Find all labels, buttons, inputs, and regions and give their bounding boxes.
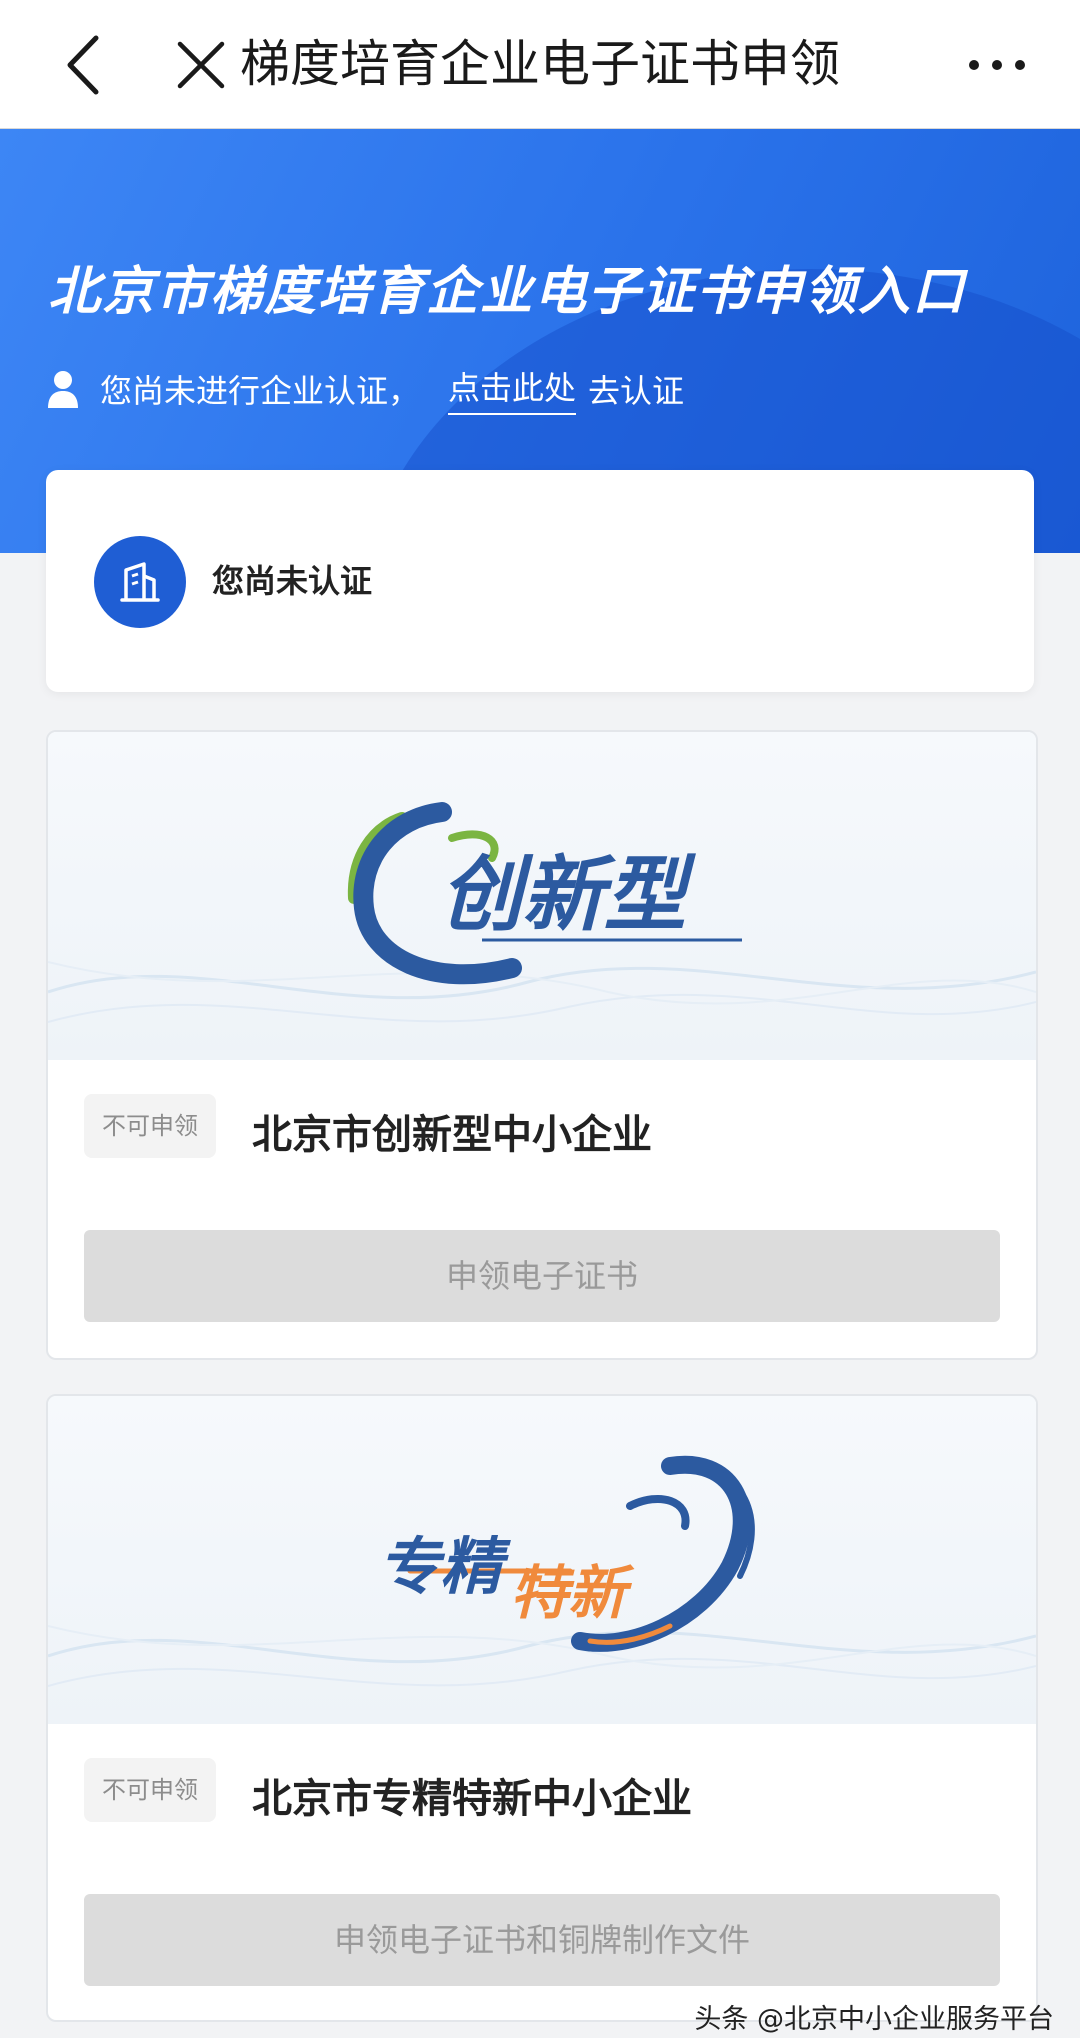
card-banner: 创新型	[48, 732, 1036, 1060]
close-icon[interactable]	[176, 40, 226, 90]
notice-prefix: 您尚未进行企业认证，	[100, 372, 421, 410]
innovative-logo-text: 创新型	[440, 848, 686, 943]
more-icon[interactable]	[966, 48, 1028, 82]
specialized-sme-card: 专精 特新 不可申领 北京市专精特新中小企业 申领电子证书和铜牌制作文件	[46, 1394, 1038, 2022]
certification-status-card: 您尚未认证	[46, 470, 1034, 692]
user-icon	[48, 371, 78, 408]
apply-certificate-button[interactable]: 申领电子证书	[84, 1230, 1000, 1322]
navigation-bar: 梯度培育企业电子证书申领	[0, 0, 1080, 129]
certify-link[interactable]: 点击此处	[448, 363, 577, 415]
specialized-logo-text-2: 特新	[510, 1559, 627, 1627]
building-icon	[94, 536, 186, 628]
watermark: 头条 @北京中小企业服务平台	[694, 2004, 1054, 2035]
status-badge: 不可申领	[84, 1094, 216, 1158]
apply-certificate-and-plaque-button[interactable]: 申领电子证书和铜牌制作文件	[84, 1894, 1000, 1986]
page-title: 梯度培育企业电子证书申领	[240, 35, 840, 93]
card-title: 北京市创新型中小企业	[252, 1112, 652, 1158]
specialized-logo-text-1: 专精	[378, 1530, 503, 1603]
card-banner: 专精 特新	[48, 1396, 1036, 1724]
status-text: 您尚未认证	[212, 562, 373, 600]
card-title: 北京市专精特新中小企业	[252, 1776, 692, 1822]
status-badge: 不可申领	[84, 1758, 216, 1822]
banner-title: 北京市梯度培育企业电子证书申领入口	[48, 262, 967, 322]
innovative-sme-card: 创新型 不可申领 北京市创新型中小企业 申领电子证书	[46, 730, 1038, 1360]
certification-notice: 您尚未进行企业认证， 点击此处 去认证	[46, 359, 684, 419]
notice-suffix: 去认证	[588, 372, 685, 410]
back-arrow-icon[interactable]	[58, 30, 108, 100]
